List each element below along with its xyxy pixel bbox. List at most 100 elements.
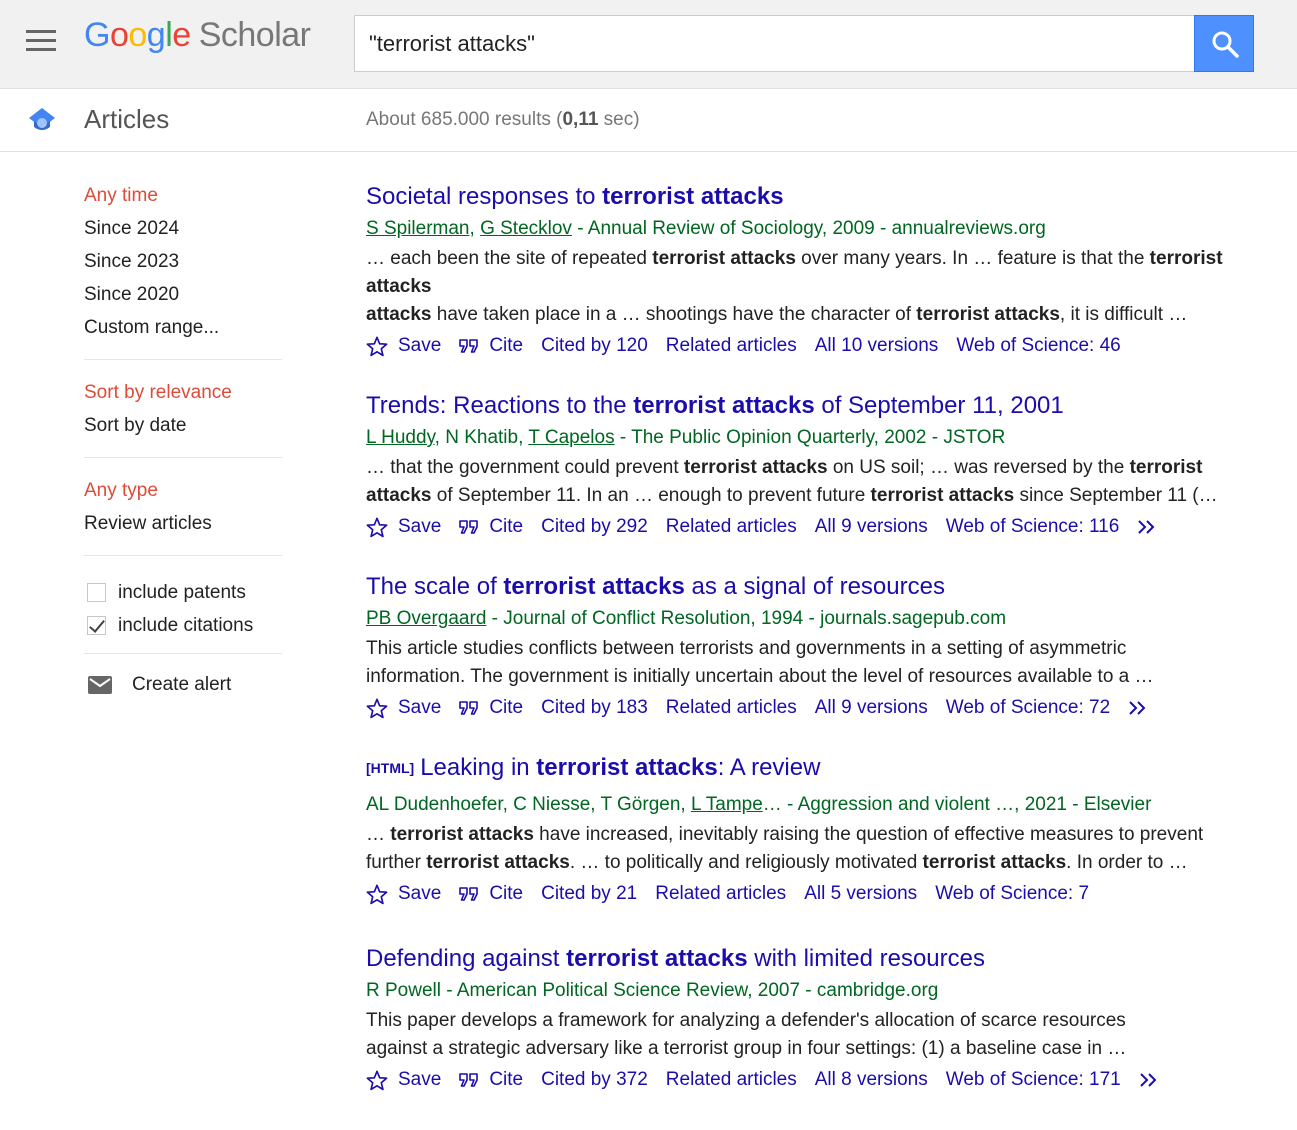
more-options-button[interactable] xyxy=(1139,1072,1161,1088)
include-citations-option[interactable]: include citations xyxy=(84,609,282,642)
cited-by-link[interactable]: Cited by 372 xyxy=(541,1069,648,1091)
web-of-science-link[interactable]: Web of Science: 116 xyxy=(946,516,1120,538)
result-title[interactable]: The scale of terrorist attacks as a sign… xyxy=(366,568,1256,606)
snippet-text: … that the government could prevent xyxy=(366,457,684,478)
snippet-highlight: attacks xyxy=(366,485,432,506)
double-chevron-icon xyxy=(1140,1073,1157,1087)
snippet-text: . … to politically and religiously motiv… xyxy=(569,852,923,873)
filter-any-time[interactable]: Any time xyxy=(84,183,282,216)
cited-by-link[interactable]: Cited by 120 xyxy=(541,335,648,357)
result-actions: Save Cite Cited by 120 Related articles … xyxy=(366,329,1256,363)
include-patents-option[interactable]: include patents xyxy=(84,576,282,609)
web-of-science-link[interactable]: Web of Science: 7 xyxy=(935,883,1089,905)
cite-button[interactable]: Cite xyxy=(459,883,523,905)
scholar-cap-icon[interactable] xyxy=(28,106,56,134)
snippet-highlight: terrorist attacks xyxy=(922,852,1067,873)
filter-custom-range[interactable]: Custom range... xyxy=(84,315,282,348)
author-link[interactable]: L Huddy xyxy=(366,427,435,448)
cited-by-link[interactable]: Cited by 292 xyxy=(541,516,648,538)
save-button[interactable]: Save xyxy=(366,335,441,357)
create-alert-button[interactable]: Create alert xyxy=(84,674,282,696)
all-versions-link[interactable]: All 8 versions xyxy=(815,1069,928,1091)
author-link[interactable]: T Capelos xyxy=(528,427,614,448)
sort-by-relevance[interactable]: Sort by relevance xyxy=(84,380,282,413)
snippet-highlight: terrorist attacks xyxy=(426,852,570,873)
save-button[interactable]: Save xyxy=(366,1069,441,1091)
cite-button[interactable]: Cite xyxy=(459,335,523,357)
related-articles-link[interactable]: Related articles xyxy=(666,697,797,719)
all-versions-link[interactable]: All 9 versions xyxy=(815,516,928,538)
author-text: , N Khatib, xyxy=(434,427,529,448)
related-articles-link[interactable]: Related articles xyxy=(666,335,797,357)
result-item: [HTML] Leaking in terrorist attacks: A re… xyxy=(366,749,1256,911)
filter-any-type[interactable]: Any type xyxy=(84,478,282,511)
more-options-button[interactable] xyxy=(1137,519,1159,535)
save-button[interactable]: Save xyxy=(366,883,441,905)
snippet-highlight: terrorist attacks xyxy=(390,824,534,845)
filter-since-2024[interactable]: Since 2024 xyxy=(84,216,282,249)
all-versions-link[interactable]: All 9 versions xyxy=(815,697,928,719)
save-button[interactable]: Save xyxy=(366,516,441,538)
related-articles-link[interactable]: Related articles xyxy=(666,1069,797,1091)
format-tag[interactable]: [HTML] xyxy=(366,760,414,776)
star-icon xyxy=(366,517,388,537)
cite-label: Cite xyxy=(489,335,524,356)
web-of-science-link[interactable]: Web of Science: 72 xyxy=(946,697,1110,719)
search-input[interactable] xyxy=(354,15,1195,72)
cite-label: Cite xyxy=(489,1069,524,1090)
result-meta: AL Dudenhoefer, C Niesse, T Görgen, L Ta… xyxy=(366,792,1256,818)
result-title[interactable]: Trends: Reactions to the terrorist attac… xyxy=(366,387,1256,425)
include-citations-checkbox[interactable] xyxy=(87,616,106,635)
google-scholar-logo[interactable]: Google Scholar xyxy=(84,16,311,55)
related-articles-link[interactable]: Related articles xyxy=(655,883,786,905)
cite-label: Cite xyxy=(489,883,524,904)
cite-button[interactable]: Cite xyxy=(459,697,523,719)
author-link[interactable]: G Stecklov xyxy=(480,218,572,239)
section-title: Articles xyxy=(84,104,170,134)
search-button[interactable] xyxy=(1194,15,1254,72)
snippet-text: information. The government is initially… xyxy=(366,666,1154,687)
result-actions: Save Cite Cited by 183 Related articles … xyxy=(366,691,1256,725)
logo-letter: g xyxy=(146,16,166,54)
filter-since-2023[interactable]: Since 2023 xyxy=(84,249,282,282)
quote-icon xyxy=(459,520,479,534)
sort-by-date[interactable]: Sort by date xyxy=(84,413,282,446)
author-link[interactable]: PB Overgaard xyxy=(366,608,486,629)
include-patents-checkbox[interactable] xyxy=(87,583,106,602)
menu-icon[interactable] xyxy=(26,30,56,52)
snippet-text: since September 11 (… xyxy=(1014,485,1218,506)
result-title[interactable]: Defending against terrorist attacks with… xyxy=(366,940,1256,978)
create-alert-label: Create alert xyxy=(132,674,232,695)
result-meta: S Spilerman, G Stecklov - Annual Review … xyxy=(366,218,1046,239)
web-of-science-link[interactable]: Web of Science: 171 xyxy=(946,1069,1121,1091)
double-chevron-icon xyxy=(1138,520,1155,534)
filter-review-articles[interactable]: Review articles xyxy=(84,511,282,544)
more-options-button[interactable] xyxy=(1128,700,1150,716)
double-chevron-icon xyxy=(1129,701,1146,715)
author-link[interactable]: S Spilerman xyxy=(366,218,470,239)
snippet-text: … each been the site of repeated xyxy=(366,248,653,269)
cited-by-link[interactable]: Cited by 183 xyxy=(541,697,648,719)
all-versions-link[interactable]: All 10 versions xyxy=(815,335,939,357)
save-label: Save xyxy=(398,697,442,718)
cited-by-link[interactable]: Cited by 21 xyxy=(541,883,637,905)
author-link[interactable]: L Tampe xyxy=(691,794,763,815)
cite-button[interactable]: Cite xyxy=(459,1069,523,1091)
result-meta: PB Overgaard - Journal of Conflict Resol… xyxy=(366,606,1256,632)
logo-letter: e xyxy=(172,16,191,54)
snippet-text: of September 11. In an … enough to preve… xyxy=(431,485,871,506)
cite-button[interactable]: Cite xyxy=(459,516,523,538)
result-item: The scale of terrorist attacks as a sign… xyxy=(366,568,1256,725)
result-item: Societal responses to terrorist attacks … xyxy=(366,178,1256,363)
all-versions-link[interactable]: All 5 versions xyxy=(804,883,917,905)
result-title[interactable]: Societal responses to terrorist attacks xyxy=(366,178,1256,216)
web-of-science-link[interactable]: Web of Science: 46 xyxy=(956,335,1120,357)
filter-since-2020[interactable]: Since 2020 xyxy=(84,282,282,315)
save-button[interactable]: Save xyxy=(366,697,441,719)
cite-label: Cite xyxy=(489,516,524,537)
result-title[interactable]: [HTML] Leaking in terrorist attacks: A re… xyxy=(366,749,1256,787)
publication-info: - Journal of Conflict Resolution, 1994 -… xyxy=(486,608,1007,629)
related-articles-link[interactable]: Related articles xyxy=(666,516,797,538)
logo-letter: o xyxy=(109,16,129,54)
publication-info: - The Public Opinion Quarterly, 2002 - J… xyxy=(614,427,1006,448)
